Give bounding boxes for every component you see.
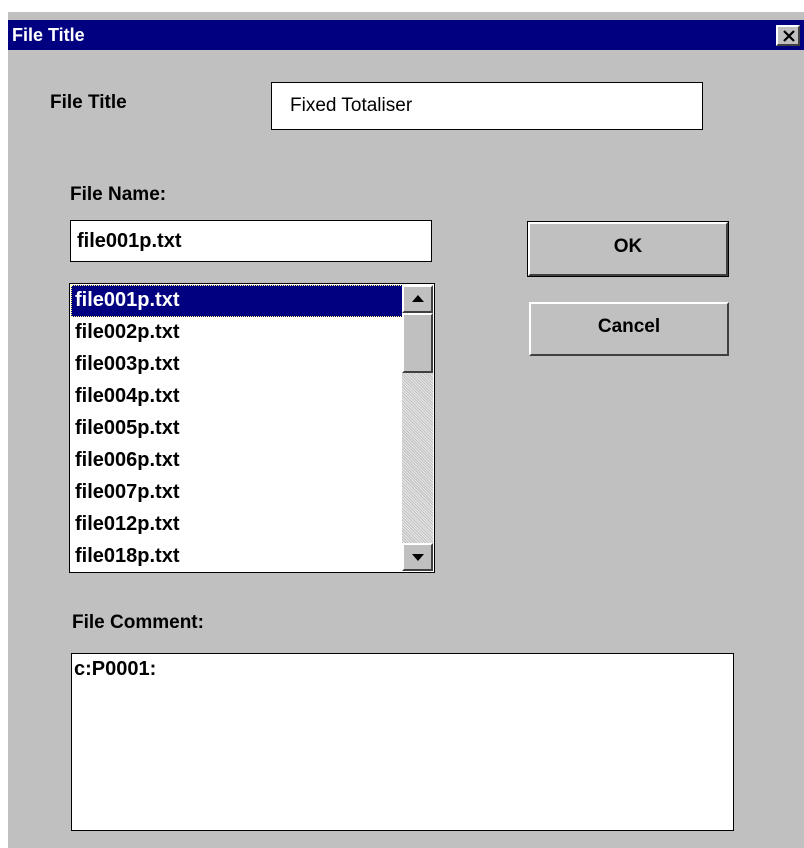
- file-title-dialog: File Title File Title Fixed Totaliser Fi…: [8, 12, 804, 848]
- close-icon: [783, 30, 795, 42]
- scroll-down-arrow-icon: [412, 554, 424, 561]
- file-list-scrollbar[interactable]: [402, 285, 433, 571]
- list-item[interactable]: file006p.txt: [71, 445, 403, 477]
- list-item[interactable]: file018p.txt: [71, 541, 403, 573]
- scroll-up-arrow-icon: [412, 295, 424, 302]
- ok-button[interactable]: OK: [527, 221, 729, 277]
- list-item[interactable]: file007p.txt: [71, 477, 403, 509]
- list-item[interactable]: file004p.txt: [71, 381, 403, 413]
- scroll-up-button[interactable]: [402, 285, 433, 313]
- title-bar: File Title: [8, 20, 804, 50]
- list-item[interactable]: file001p.txt: [71, 285, 403, 317]
- scroll-down-button[interactable]: [402, 543, 433, 571]
- window-title: File Title: [12, 25, 85, 45]
- file-comment-textarea[interactable]: c:P0001:: [71, 653, 734, 831]
- file-title-input-value: Fixed Totaliser: [290, 95, 413, 116]
- close-button[interactable]: [776, 25, 800, 46]
- file-comment-value: c:P0001:: [74, 658, 157, 680]
- file-name-input-value: file001p.txt: [77, 230, 182, 252]
- file-title-input[interactable]: Fixed Totaliser: [271, 82, 703, 130]
- list-item[interactable]: file003p.txt: [71, 349, 403, 381]
- file-comment-label: File Comment:: [72, 612, 204, 633]
- file-list[interactable]: file001p.txt file002p.txt file003p.txt f…: [69, 283, 435, 573]
- list-item[interactable]: file012p.txt: [71, 509, 403, 541]
- list-item[interactable]: file005p.txt: [71, 413, 403, 445]
- file-list-items: file001p.txt file002p.txt file003p.txt f…: [71, 285, 403, 573]
- file-name-input[interactable]: file001p.txt: [70, 220, 432, 262]
- file-title-label: File Title: [50, 92, 127, 113]
- file-name-label: File Name:: [70, 184, 167, 205]
- scroll-thumb[interactable]: [402, 313, 433, 373]
- cancel-button[interactable]: Cancel: [529, 302, 729, 356]
- list-item[interactable]: file002p.txt: [71, 317, 403, 349]
